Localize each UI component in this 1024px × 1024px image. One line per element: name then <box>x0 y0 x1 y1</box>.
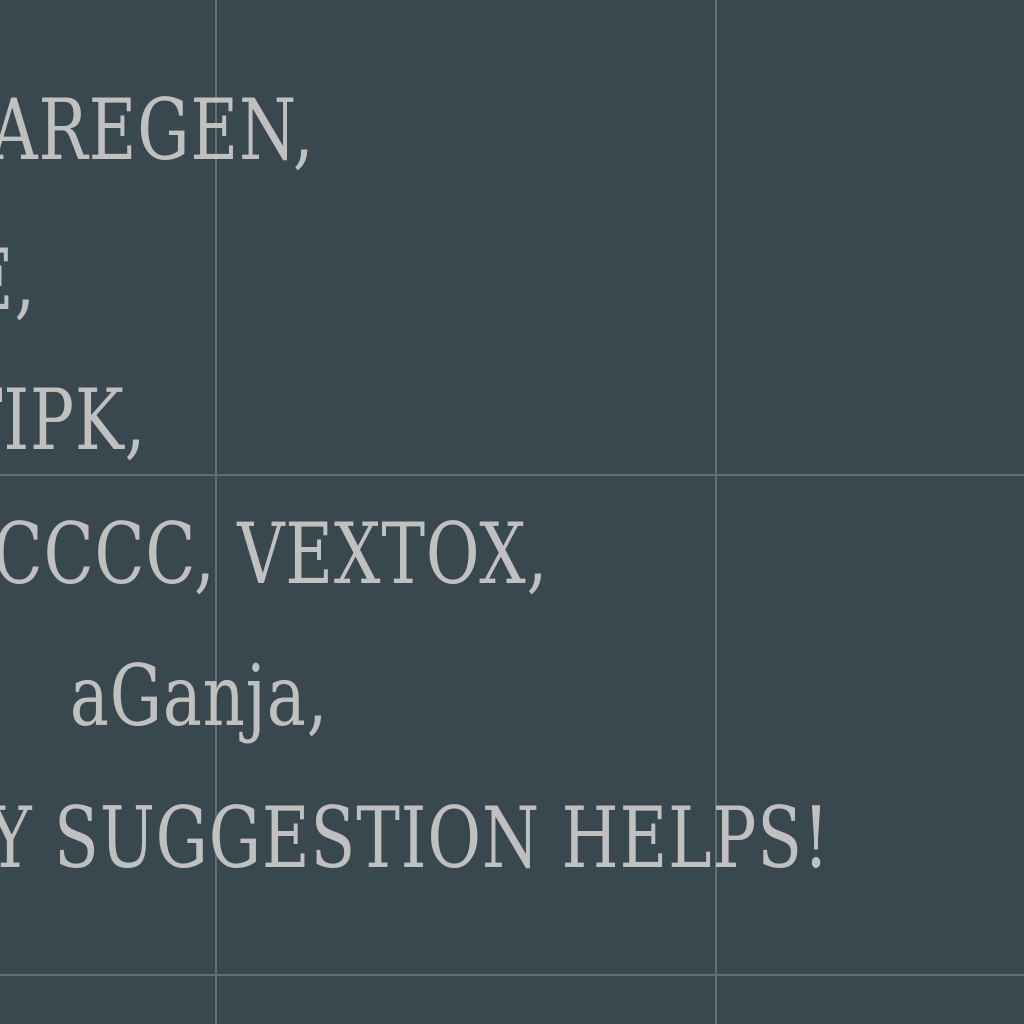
text-line-4: CCCC, VEXTOX, <box>0 505 548 603</box>
text-line-6: Y SUGGESTION HELPS! <box>0 789 830 887</box>
text-line-5: aGanja, <box>69 647 328 745</box>
grid-line-horizontal <box>0 474 1024 476</box>
text-line-1: AREGEN, <box>0 81 314 179</box>
text-canvas: AREGEN, E, TIPK, CCCC, VEXTOX, aGanja, Y… <box>0 0 1024 1024</box>
grid-line-horizontal <box>0 974 1024 976</box>
text-line-3: TIPK, <box>0 371 147 469</box>
text-line-2: E, <box>0 231 36 329</box>
